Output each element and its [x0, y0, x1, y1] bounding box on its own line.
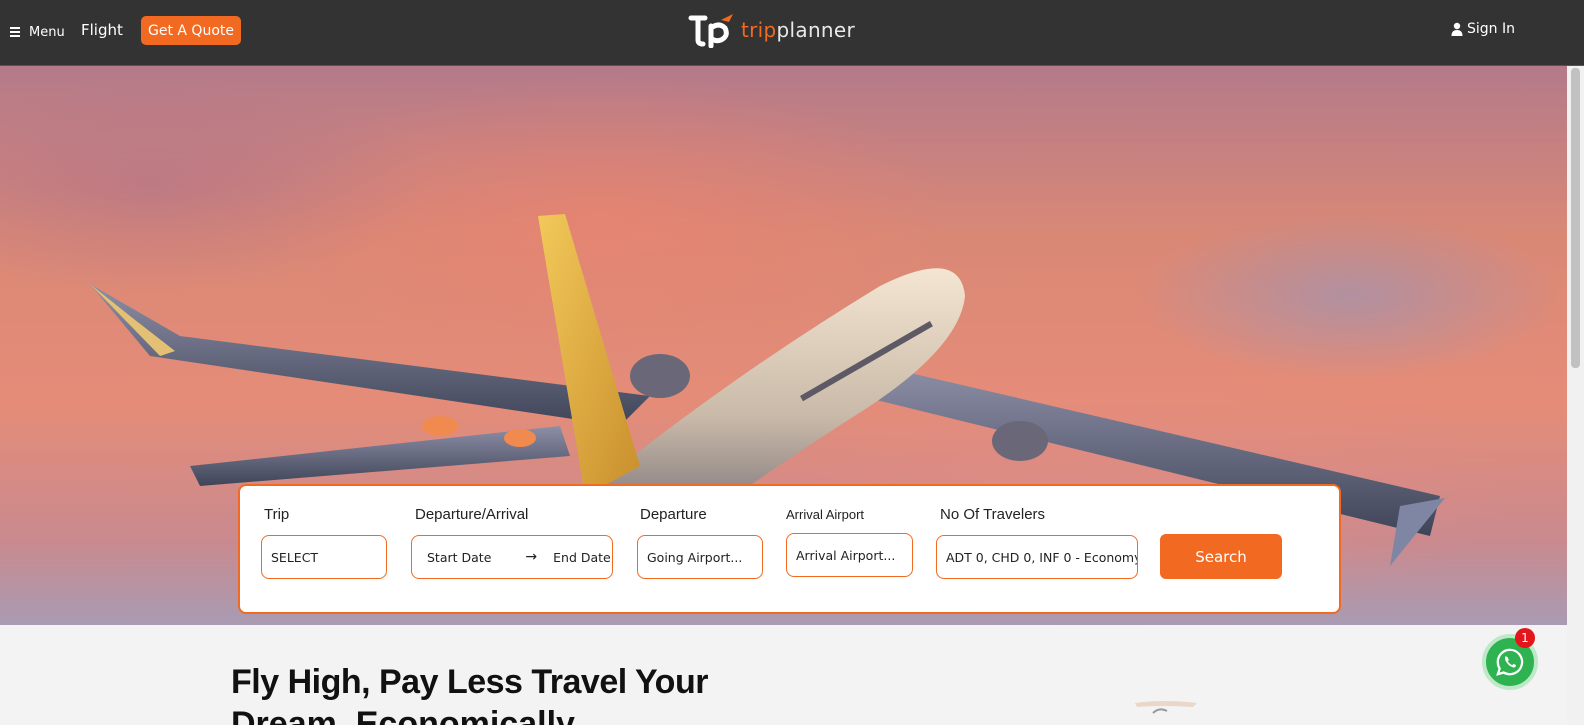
departure-airport-input[interactable]: Going Airport...: [637, 535, 763, 579]
scrollbar-thumb[interactable]: [1571, 68, 1580, 368]
sign-in-label: Sign In: [1467, 21, 1515, 37]
arrival-airport-label: Arrival Airport: [786, 507, 865, 522]
start-date-placeholder: Start Date: [427, 549, 492, 565]
whatsapp-icon: [1496, 648, 1524, 676]
arrival-airport-input[interactable]: Arrival Airport...: [786, 533, 913, 577]
tripplanner-logo[interactable]: tripplanner: [687, 12, 855, 48]
hamburger-icon: [10, 25, 20, 39]
page-scrollbar[interactable]: [1567, 66, 1584, 725]
logo-text: tripplanner: [741, 18, 856, 42]
travelers-select[interactable]: ADT 0, CHD 0, INF 0 - Economy: [936, 535, 1138, 579]
headline-line-1: Fly High, Pay Less Travel Your: [231, 663, 708, 701]
notification-badge: 1: [1515, 628, 1535, 648]
top-header: Menu Flight Get A Quote tripplanner Sign…: [0, 0, 1584, 66]
menu-label: Menu: [29, 24, 65, 40]
menu-button[interactable]: Menu: [10, 22, 65, 42]
hero-banner: Trip SELECT Departure/Arrival Start Date…: [0, 66, 1567, 625]
search-button[interactable]: Search: [1160, 534, 1282, 579]
headline-line-2: Dream, Economically: [231, 705, 575, 725]
departure-label: Departure: [640, 506, 707, 523]
trip-label: Trip: [264, 506, 290, 523]
get-a-quote-button[interactable]: Get A Quote: [141, 16, 241, 45]
nav-link-flight[interactable]: Flight: [81, 21, 123, 39]
end-date-placeholder: End Date: [553, 549, 611, 565]
trip-select[interactable]: SELECT: [261, 535, 387, 579]
date-range-field[interactable]: Start Date → End Date: [411, 535, 613, 579]
arrow-right-icon: →: [525, 549, 538, 565]
plane-illustration-icon: [1135, 701, 1197, 714]
user-icon: [1451, 22, 1463, 36]
departure-arrival-label: Departure/Arrival: [415, 506, 529, 523]
logo-mark-icon: [688, 14, 733, 48]
travelers-label: No Of Travelers: [940, 506, 1046, 523]
sign-in-link[interactable]: Sign In: [1451, 21, 1515, 37]
flight-search-panel: Trip SELECT Departure/Arrival Start Date…: [238, 484, 1341, 614]
